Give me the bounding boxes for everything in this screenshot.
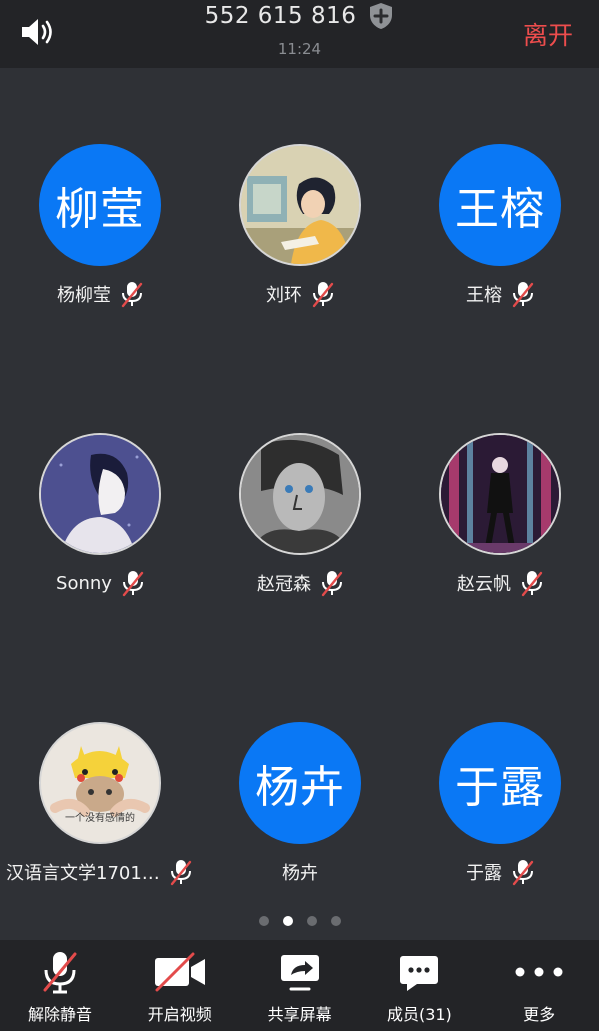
page-dot[interactable]	[306, 916, 317, 926]
participant-tile[interactable]: 刘环	[200, 68, 400, 318]
share-screen-button[interactable]: 共享屏幕	[240, 940, 360, 1031]
unmute-label: 解除静音	[27, 1005, 92, 1024]
participant-tile[interactable]: 王榕 王榕	[400, 68, 599, 318]
participant-name: 赵冠森	[257, 574, 311, 595]
avatar-caption: 一个没有感情的	[65, 813, 135, 824]
share-screen-icon	[240, 950, 360, 994]
start-video-label: 开启视频	[147, 1005, 212, 1024]
participant-tile[interactable]: Sonny	[0, 357, 200, 607]
page-dot-active[interactable]	[282, 916, 293, 926]
meeting-id-row: 552 615 816	[0, 2, 599, 30]
mic-muted-icon	[512, 858, 534, 886]
participant-name: 王榕	[466, 285, 502, 306]
mic-muted-icon	[122, 569, 144, 597]
mic-muted-icon	[312, 280, 334, 308]
participant-name: Sonny	[56, 572, 112, 594]
bottom-toolbar: 解除静音 开启视频 共享屏幕 成员(31) 更多	[0, 940, 599, 1031]
members-button[interactable]: 成员(31)	[359, 940, 479, 1031]
participant-grid: 柳莹 杨柳莹 刘环 王榕 王榕 Sonny 赵冠森 赵云帆 一个没有感情的 汉语…	[0, 68, 599, 908]
woman-profile-illustration-avatar	[39, 433, 161, 555]
page-dot[interactable]	[330, 916, 341, 926]
participant-name: 赵云帆	[457, 574, 511, 595]
participant-name: 杨卉	[282, 863, 318, 884]
cat-pikachu-hat-avatar: 一个没有感情的	[39, 722, 161, 844]
leave-button[interactable]: 离开	[523, 16, 573, 52]
top-bar: 552 615 816 11:24 离开	[0, 0, 599, 68]
avatar: 王榕	[439, 144, 561, 266]
mic-muted-icon	[512, 280, 534, 308]
more-label: 更多	[523, 1005, 556, 1024]
page-dot[interactable]	[258, 916, 269, 926]
members-label: 成员(31)	[386, 1005, 452, 1024]
participant-name: 于露	[466, 863, 502, 884]
mic-muted-icon	[121, 280, 143, 308]
avatar: 杨卉	[239, 722, 361, 844]
mic-muted-icon	[170, 858, 192, 886]
participant-name: 汉语言文学1701…	[6, 863, 160, 884]
share-screen-label: 共享屏幕	[267, 1005, 332, 1024]
page-indicator[interactable]	[0, 916, 599, 926]
participant-name: 刘环	[266, 285, 302, 306]
participant-tile[interactable]: 赵云帆	[400, 357, 599, 607]
unmute-button[interactable]: 解除静音	[0, 940, 120, 1031]
start-video-button[interactable]: 开启视频	[120, 940, 240, 1031]
sketch-portrait-avatar	[239, 433, 361, 555]
more-dots-icon	[479, 950, 599, 994]
mic-muted-icon	[521, 569, 543, 597]
participant-tile[interactable]: 杨卉 杨卉	[200, 646, 400, 896]
participant-tile[interactable]: 一个没有感情的 汉语言文学1701…	[0, 646, 200, 896]
chat-bubble-icon	[359, 950, 479, 994]
participant-tile[interactable]: 于露 于露	[400, 646, 599, 896]
anime-girl-desk-avatar	[239, 144, 361, 266]
participant-tile[interactable]: 赵冠森	[200, 357, 400, 607]
avatar: 于露	[439, 722, 561, 844]
shield-plus-icon[interactable]	[368, 2, 394, 30]
singer-on-stage-avatar	[439, 433, 561, 555]
meeting-time: 11:24	[277, 40, 322, 58]
participant-name: 杨柳莹	[57, 285, 111, 306]
mic-muted-icon	[321, 569, 343, 597]
avatar: 柳莹	[39, 144, 161, 266]
meeting-id[interactable]: 552 615 816	[205, 3, 357, 29]
mic-muted-icon	[0, 950, 120, 994]
participant-tile[interactable]: 柳莹 杨柳莹	[0, 68, 200, 318]
video-off-icon	[120, 950, 240, 994]
more-button[interactable]: 更多	[479, 940, 599, 1031]
